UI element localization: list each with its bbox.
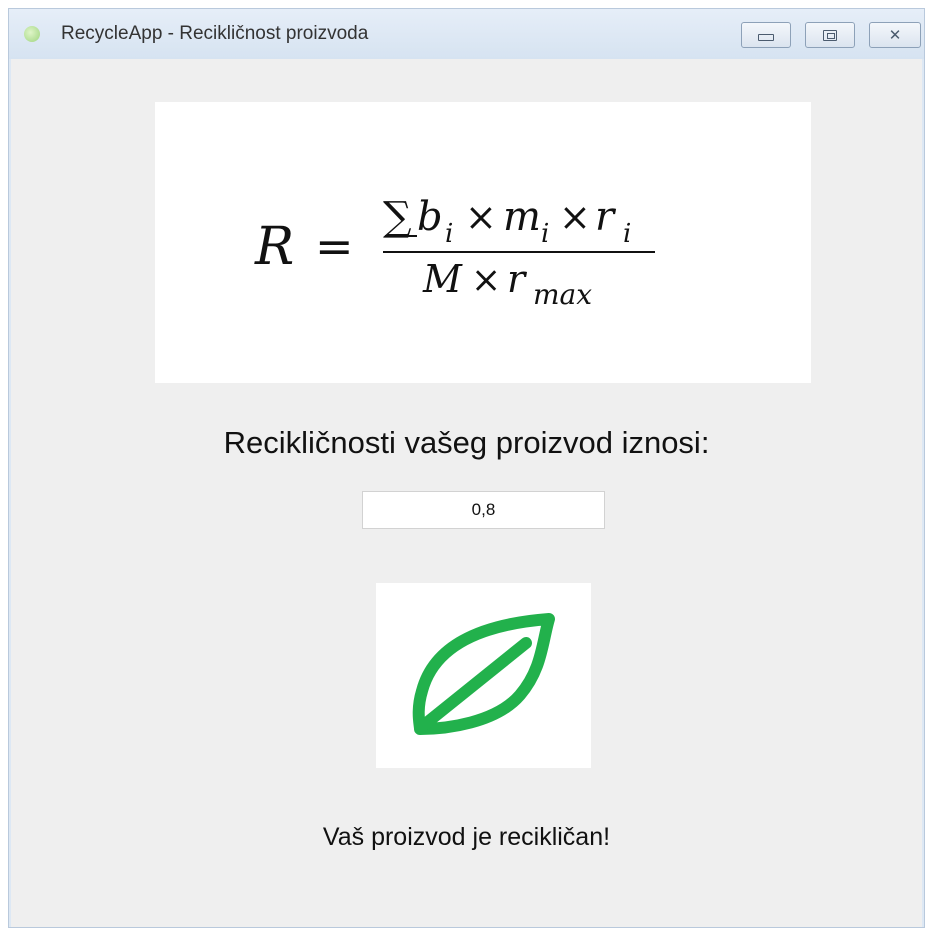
close-button[interactable]: ✕ <box>869 22 921 48</box>
formula-image: R = ∑ b i × m i × r i M × r max <box>155 102 811 383</box>
formula-sum-symbol: ∑ <box>383 194 412 240</box>
app-leaf-icon <box>24 26 40 42</box>
result-label: Recikličnosti vašeg proizvod iznosi: <box>223 425 710 460</box>
formula-r-subscript: i <box>623 219 631 249</box>
status-message: Vaš proizvod je recikličan! <box>322 823 611 851</box>
result-value-field[interactable] <box>362 491 605 529</box>
formula-m: m <box>503 194 541 240</box>
leaf-icon <box>412 613 555 735</box>
formula-times-1: × <box>465 195 497 239</box>
client-area: R = ∑ b i × m i × r i M × r max Reciklič… <box>11 59 922 927</box>
formula-times-3: × <box>471 260 501 301</box>
maximize-button[interactable] <box>805 22 855 48</box>
formula-M: M <box>422 257 463 301</box>
recyclability-formula: R = ∑ b i × m i × r i M × r max <box>254 194 655 311</box>
formula-lhs: R <box>254 217 294 277</box>
window-title: RecycleApp - Recikličnost proizvoda <box>61 23 369 44</box>
title-bar[interactable]: RecycleApp - Recikličnost proizvoda ✕ <box>9 9 924 59</box>
formula-r: r <box>595 194 617 240</box>
formula-equals: = <box>315 219 354 273</box>
formula-max-subscript: max <box>533 278 592 311</box>
formula-times-2: × <box>559 195 591 239</box>
close-icon: ✕ <box>888 25 902 44</box>
formula-r-denominator: r <box>507 257 528 301</box>
app-window: RecycleApp - Recikličnost proizvoda ✕ R … <box>8 8 925 928</box>
maximize-icon <box>823 29 837 41</box>
formula-b-subscript: i <box>445 219 453 249</box>
minimize-icon <box>758 33 774 41</box>
leaf-image <box>376 583 591 768</box>
minimize-button[interactable] <box>741 22 791 48</box>
formula-b: b <box>417 194 443 240</box>
formula-m-subscript: i <box>541 219 549 249</box>
